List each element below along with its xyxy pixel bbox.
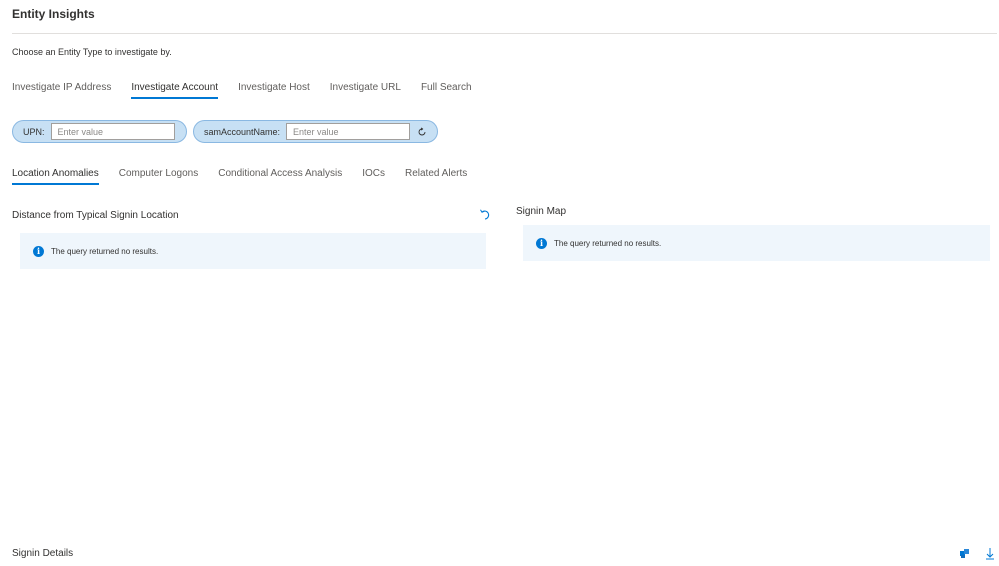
tab-related-alerts[interactable]: Related Alerts xyxy=(405,168,467,185)
sam-account-name-label: samAccountName: xyxy=(204,126,281,137)
tab-computer-logons[interactable]: Computer Logons xyxy=(119,168,199,185)
upn-label: UPN: xyxy=(23,126,45,137)
download-icon[interactable] xyxy=(983,546,997,560)
sam-account-name-input[interactable] xyxy=(286,123,411,140)
info-icon: i xyxy=(536,237,547,249)
tab-location-anomalies[interactable]: Location Anomalies xyxy=(12,168,99,185)
distance-no-results-message: i The query returned no results. xyxy=(20,233,486,269)
signin-map-title: Signin Map xyxy=(516,206,567,217)
tab-investigate-account[interactable]: Investigate Account xyxy=(131,82,218,99)
sam-account-name-parameter: samAccountName: xyxy=(193,120,438,143)
tab-investigate-host[interactable]: Investigate Host xyxy=(238,82,310,99)
distance-message-text: The query returned no results. xyxy=(51,246,159,256)
page-title: Entity Insights xyxy=(12,7,95,21)
entity-insights-page: Entity Insights Choose an Entity Type to… xyxy=(0,0,999,566)
refresh-icon[interactable] xyxy=(414,124,430,140)
instructions-text: Choose an Entity Type to investigate by. xyxy=(12,47,172,57)
analysis-tabs: Location Anomalies Computer Logons Condi… xyxy=(12,168,467,185)
signin-map-message-text: The query returned no results. xyxy=(554,238,662,248)
distance-panel-title: Distance from Typical Signin Location xyxy=(12,210,179,221)
signin-details-title: Signin Details xyxy=(12,548,74,559)
tab-full-search[interactable]: Full Search xyxy=(421,82,472,99)
info-icon: i xyxy=(33,245,44,257)
tab-conditional-access-analysis[interactable]: Conditional Access Analysis xyxy=(218,168,342,185)
tab-investigate-url[interactable]: Investigate URL xyxy=(330,82,401,99)
upn-parameter: UPN: xyxy=(12,120,187,143)
title-divider xyxy=(12,33,997,34)
export-icon[interactable] xyxy=(958,546,972,560)
signin-map-no-results-message: i The query returned no results. xyxy=(523,225,990,261)
tab-investigate-ip[interactable]: Investigate IP Address xyxy=(12,82,111,99)
entity-type-tabs: Investigate IP Address Investigate Accou… xyxy=(12,82,472,99)
undo-icon[interactable] xyxy=(478,207,492,221)
tab-iocs[interactable]: IOCs xyxy=(362,168,385,185)
upn-input[interactable] xyxy=(50,123,175,140)
